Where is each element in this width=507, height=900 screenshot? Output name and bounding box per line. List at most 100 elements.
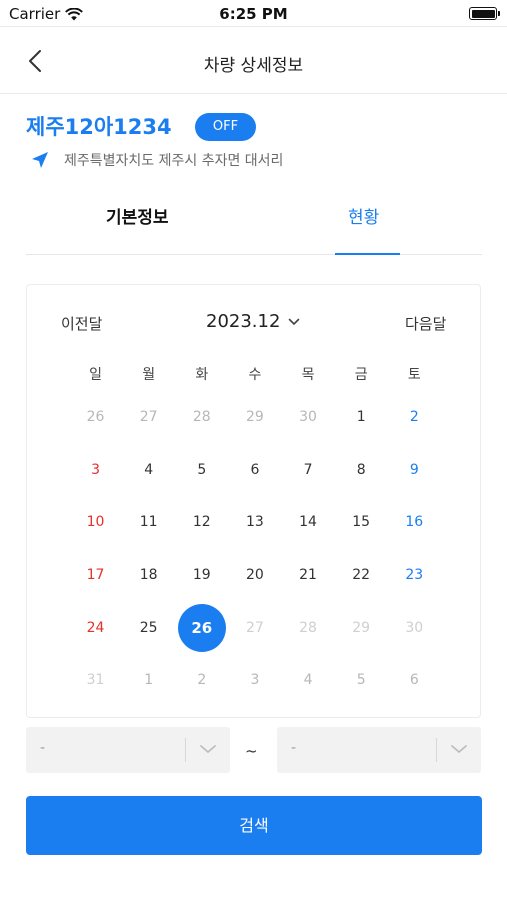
calendar-day[interactable]: 18 <box>122 549 175 602</box>
tab-basic-info[interactable]: 기본정보 <box>106 203 169 228</box>
calendar-day-number: 26 <box>177 603 226 652</box>
calendar-day[interactable]: 4 <box>282 654 335 707</box>
calendar-day-number: 21 <box>299 567 317 584</box>
calendar-day-number: 30 <box>405 619 424 636</box>
calendar-grid: 일월화수목금토 26 27 28 29 30 1 2 3 4 5 6 7 8 9 10 11 12 13 14 15 1… <box>69 357 441 707</box>
calendar-day[interactable]: 6 <box>388 654 441 707</box>
calendar-day-number: 27 <box>246 619 264 636</box>
calendar-day-number: 6 <box>409 672 419 689</box>
calendar-day[interactable]: 5 <box>335 654 388 707</box>
calendar-day-number: 22 <box>352 567 371 584</box>
calendar-day-number: 4 <box>144 461 154 478</box>
calendar-day[interactable]: 2 <box>388 391 441 444</box>
calendar-day-number: 18 <box>139 567 158 584</box>
calendar-day[interactable]: 16 <box>388 496 441 549</box>
calendar-day[interactable]: 31 <box>69 654 122 707</box>
calendar-day-number: 8 <box>356 461 366 478</box>
calendar-week: 24 25 26 27 28 29 30 <box>69 601 441 654</box>
calendar-day[interactable]: 24 <box>69 601 122 654</box>
battery-icon <box>469 7 500 20</box>
month-label: 2023.12 <box>206 311 281 332</box>
calendar-day[interactable]: 19 <box>175 549 228 602</box>
month-selector[interactable]: 2023.12 <box>206 311 300 332</box>
location-text: 제주특별자치도 제주시 추자면 대서리 <box>64 153 284 169</box>
calendar-day[interactable]: 15 <box>335 496 388 549</box>
chevron-down-icon <box>200 745 216 754</box>
calendar-day[interactable]: 14 <box>282 496 335 549</box>
calendar-week: 10 11 12 13 14 15 16 <box>69 496 441 549</box>
calendar-day-number: 26 <box>86 409 105 426</box>
calendar-day[interactable]: 29 <box>335 601 388 654</box>
select-divider <box>436 738 437 762</box>
calendar-day[interactable]: 21 <box>282 549 335 602</box>
calendar-day-number: 5 <box>356 672 366 689</box>
page-title: 차량 상세정보 <box>203 56 304 76</box>
end-time-select[interactable]: - <box>277 727 481 773</box>
calendar-day[interactable]: 10 <box>69 496 122 549</box>
chevron-down-icon <box>451 745 467 754</box>
search-button[interactable]: 검색 <box>26 796 482 855</box>
next-month-button[interactable]: 다음달 <box>405 313 446 334</box>
calendar-day[interactable]: 28 <box>175 391 228 444</box>
calendar-day-number: 29 <box>246 409 264 426</box>
calendar-day[interactable]: 11 <box>122 496 175 549</box>
calendar-day-number: 28 <box>299 619 317 636</box>
calendar-day[interactable]: 27 <box>228 601 281 654</box>
calendar-day-number: 1 <box>356 409 366 426</box>
start-time-select[interactable]: - <box>26 727 230 773</box>
calendar-day[interactable]: 8 <box>335 444 388 497</box>
calendar-day[interactable]: 12 <box>175 496 228 549</box>
calendar-day-number: 5 <box>197 461 207 478</box>
calendar-day-number: 25 <box>139 619 158 636</box>
calendar-day-selected[interactable]: 26 <box>175 601 228 654</box>
status-bar: Carrier 6:25 PM <box>0 0 507 26</box>
calendar-day[interactable]: 4 <box>122 444 175 497</box>
calendar-day-number: 24 <box>86 619 105 636</box>
calendar-day-number: 17 <box>86 567 105 584</box>
calendar-day[interactable]: 6 <box>228 444 281 497</box>
power-toggle-button[interactable]: OFF <box>195 113 256 141</box>
calendar-day[interactable]: 23 <box>388 549 441 602</box>
calendar-day-number: 28 <box>192 409 211 426</box>
calendar-day-number: 7 <box>303 461 313 478</box>
calendar-day[interactable]: 30 <box>388 601 441 654</box>
calendar-day[interactable]: 27 <box>122 391 175 444</box>
calendar-day[interactable]: 29 <box>228 391 281 444</box>
calendar-day[interactable]: 17 <box>69 549 122 602</box>
calendar-day-number: 2 <box>409 409 419 426</box>
calendar-day[interactable]: 1 <box>335 391 388 444</box>
calendar-day[interactable]: 26 <box>69 391 122 444</box>
start-time-value: - <box>40 740 46 756</box>
calendar-day[interactable]: 13 <box>228 496 281 549</box>
active-tab-indicator <box>335 253 400 255</box>
calendar-day-number: 9 <box>409 461 419 478</box>
calendar-day[interactable]: 28 <box>282 601 335 654</box>
calendar-day-number: 29 <box>352 619 371 636</box>
calendar-day[interactable]: 1 <box>122 654 175 707</box>
calendar-day[interactable]: 20 <box>228 549 281 602</box>
calendar-day[interactable]: 3 <box>69 444 122 497</box>
weekday-label: 수 <box>248 367 262 383</box>
calendar-day[interactable]: 25 <box>122 601 175 654</box>
calendar-day[interactable]: 9 <box>388 444 441 497</box>
tab-status[interactable]: 현황 <box>348 203 379 228</box>
calendar-day-number: 31 <box>86 672 105 689</box>
calendar-day-number: 27 <box>139 409 158 426</box>
calendar-day-number: 1 <box>144 672 154 689</box>
weekday-label: 토 <box>407 367 421 383</box>
calendar-day[interactable]: 30 <box>282 391 335 444</box>
tab-bar: 기본정보 현황 <box>26 195 482 255</box>
calendar-day-number: 16 <box>405 514 424 531</box>
calendar-day[interactable]: 5 <box>175 444 228 497</box>
calendar-day-number: 3 <box>250 672 260 689</box>
weekday-label: 월 <box>142 367 156 383</box>
weekday-label: 일 <box>89 367 102 383</box>
calendar-day[interactable]: 7 <box>282 444 335 497</box>
calendar-day[interactable]: 22 <box>335 549 388 602</box>
calendar-day[interactable]: 2 <box>175 654 228 707</box>
calendar-day[interactable]: 3 <box>228 654 281 707</box>
prev-month-button[interactable]: 이전달 <box>61 313 102 334</box>
weekday-header: 일월화수목금토 <box>69 357 441 391</box>
range-separator: ~ <box>245 742 258 760</box>
calendar-day-number: 3 <box>91 461 101 478</box>
